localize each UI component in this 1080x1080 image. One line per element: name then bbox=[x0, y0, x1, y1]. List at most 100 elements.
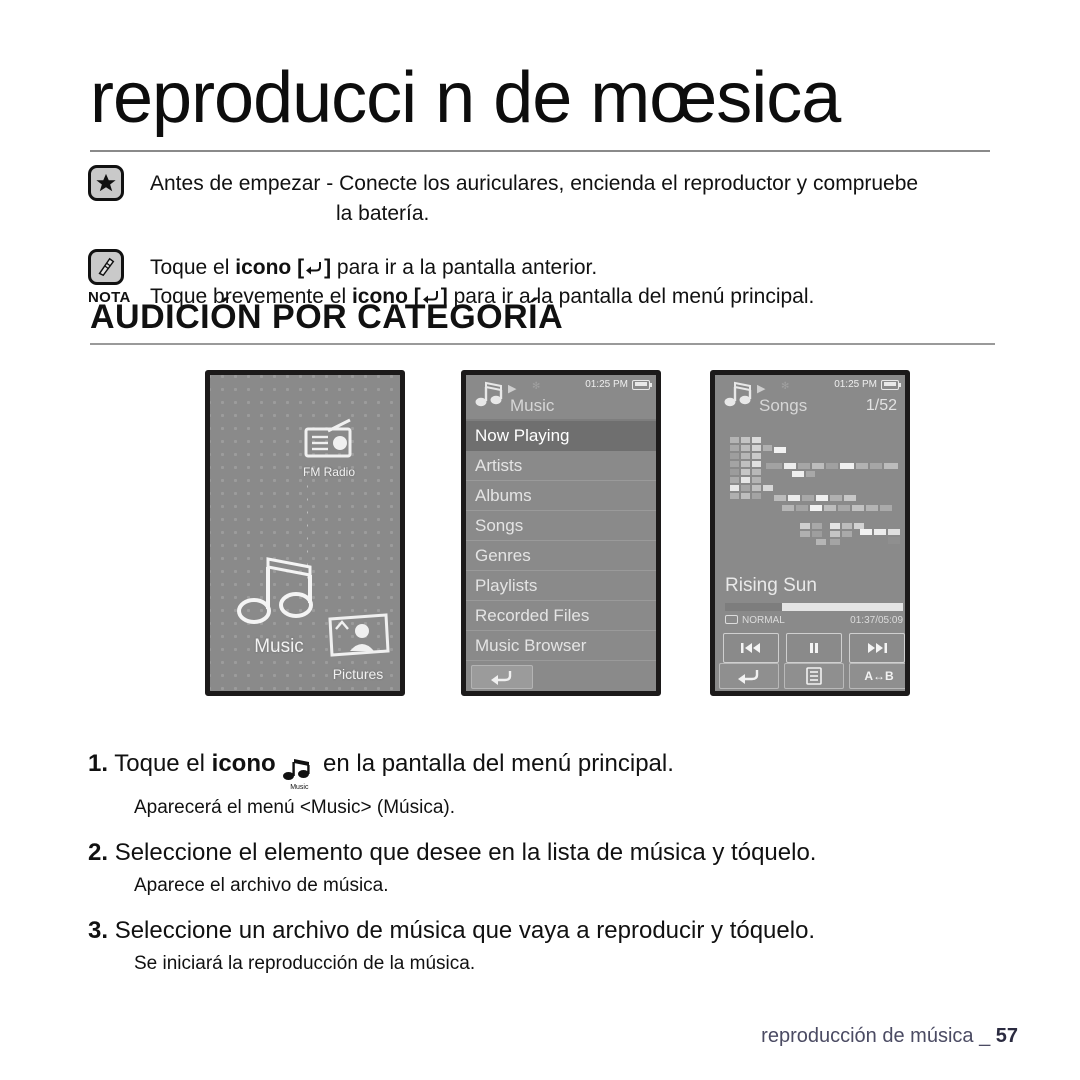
manual-page: reproducci n de mœsica Antes de empezar … bbox=[0, 0, 1080, 1080]
now-playing-header: ▶ ✻ Songs 01:25 PM 1/52 bbox=[715, 375, 905, 419]
progress-fill bbox=[725, 603, 782, 611]
step-1-main: 1. Toque el icono Music en la pantalla d… bbox=[88, 748, 1048, 791]
step-1-pre: Toque el bbox=[114, 750, 212, 777]
fm-radio-label: FM Radio bbox=[302, 465, 355, 479]
progress-bar[interactable] bbox=[725, 603, 903, 611]
repeat-icon bbox=[725, 615, 738, 624]
menu-item-albums[interactable]: Albums bbox=[466, 481, 656, 511]
nota-line-1-pre: Toque el bbox=[150, 255, 236, 279]
page-title-block: reproducci n de mœsica bbox=[90, 58, 1080, 152]
soft-key-row: A↔B bbox=[719, 663, 905, 689]
music-note-icon bbox=[473, 380, 505, 415]
device-screen-music-menu: ▶ ✻ Music 01:25 PM Now Playing Artists A… bbox=[461, 370, 661, 696]
status-area: 01:25 PM bbox=[585, 379, 652, 390]
progress-remaining bbox=[781, 603, 903, 611]
menu-item-music-browser[interactable]: Music Browser bbox=[466, 631, 656, 661]
note-bold-lead: Antes de empezar - bbox=[150, 172, 340, 195]
transport-controls bbox=[723, 633, 905, 663]
bluetooth-icon: ✻ bbox=[532, 381, 541, 392]
step-2-post: Seleccione el elemento que desee en la l… bbox=[114, 838, 817, 866]
playback-meta-row: NORMAL 01:37/05:09 bbox=[725, 615, 903, 626]
battery-icon bbox=[632, 379, 652, 390]
step-3-main: 3. Seleccione un archivo de música que v… bbox=[88, 915, 1048, 947]
music-icon: Music bbox=[282, 757, 316, 791]
step-3-number: 3. bbox=[88, 916, 109, 944]
note-line-1: Conecte los auriculares, encienda el rep… bbox=[339, 172, 919, 195]
album-art-placeholder bbox=[730, 433, 902, 553]
music-menu-header: ▶ ✻ Music 01:25 PM bbox=[466, 375, 656, 419]
nota-line-1: Toque el icono [] para ir a la pantalla … bbox=[150, 253, 1048, 283]
nota-line-1-bold: icono [ bbox=[235, 255, 305, 279]
device-screens-row: FM Radio Music Pictures ▶ ✻ Music 01:25 … bbox=[0, 370, 1080, 702]
menu-item-songs[interactable]: Songs bbox=[466, 511, 656, 541]
clock-text: 01:25 PM bbox=[585, 379, 628, 390]
pictures-menu-icon[interactable]: Pictures bbox=[318, 611, 398, 682]
step-2-sub: Aparece el archivo de música. bbox=[134, 875, 389, 897]
menu-item-now-playing[interactable]: Now Playing bbox=[466, 421, 656, 451]
next-button[interactable] bbox=[849, 633, 905, 663]
page-number: 57 bbox=[995, 1025, 1018, 1047]
section-divider bbox=[90, 343, 995, 346]
footer-text: reproducción de música _ bbox=[761, 1025, 991, 1047]
track-counter: 1/52 bbox=[865, 397, 897, 414]
pictures-label: Pictures bbox=[332, 666, 384, 682]
elapsed-total-time: 01:37/05:09 bbox=[850, 615, 903, 626]
title-divider bbox=[90, 150, 990, 152]
music-menu-title: Music bbox=[510, 396, 555, 415]
note-before-you-begin: Antes de empezar - Conecte los auricular… bbox=[88, 163, 1048, 229]
nota-icon-column: NOTA bbox=[88, 247, 150, 306]
bluetooth-icon: ✻ bbox=[781, 381, 790, 392]
device-screen-now-playing: ▶ ✻ Songs 01:25 PM 1/52 Rising Sun NORMA… bbox=[710, 370, 910, 696]
menu-item-artists[interactable]: Artists bbox=[466, 451, 656, 481]
step-1-number: 1. bbox=[88, 750, 109, 777]
star-icon bbox=[88, 165, 124, 201]
section-block: AUDICIÓN POR CATEGORÍA bbox=[90, 298, 995, 346]
step-3: 3. Seleccione un archivo de música que v… bbox=[88, 915, 1048, 977]
return-arrow-icon bbox=[304, 255, 324, 275]
back-button[interactable] bbox=[471, 665, 533, 689]
step-1-sub: Aparecerá el menú <Music> (Música). bbox=[134, 797, 456, 818]
play-indicator-icon: ▶ bbox=[757, 383, 766, 395]
step-1: 1. Toque el icono Music en la pantalla d… bbox=[88, 748, 1048, 821]
steps-block: 1. Toque el icono Music en la pantalla d… bbox=[88, 748, 1048, 993]
battery-icon bbox=[881, 379, 901, 390]
ab-repeat-button[interactable]: A↔B bbox=[849, 663, 905, 689]
section-heading: AUDICIÓN POR CATEGORÍA bbox=[90, 298, 564, 336]
step-3-post: Seleccione un archivo de música que vaya… bbox=[114, 916, 816, 944]
step-2-number: 2. bbox=[88, 838, 109, 866]
page-footer: reproducción de música _ 57 bbox=[0, 1025, 1018, 1048]
repeat-mode: NORMAL bbox=[725, 615, 785, 626]
menu-item-recorded-files[interactable]: Recorded Files bbox=[466, 601, 656, 631]
music-menu-list: Now Playing Artists Albums Songs Genres … bbox=[466, 421, 656, 661]
menu-item-genres[interactable]: Genres bbox=[466, 541, 656, 571]
pause-button[interactable] bbox=[786, 633, 842, 663]
step-3-sub: Se iniciará la reproducción de la música… bbox=[134, 953, 476, 975]
note-pencil-icon bbox=[88, 248, 124, 285]
step-1-bold: icono bbox=[211, 750, 276, 777]
nota-line-1-post: para ir a la pantalla anterior. bbox=[331, 255, 598, 279]
clock-text: 01:25 PM bbox=[834, 379, 877, 390]
page-title: reproducci n de mœsica bbox=[90, 58, 841, 138]
note-before-you-begin-text: Antes de empezar - Conecte los auricular… bbox=[150, 163, 1048, 229]
note-icon-column bbox=[88, 163, 150, 201]
music-icon-label: Music bbox=[290, 783, 309, 791]
step-2: 2. Seleccione el elemento que desee en l… bbox=[88, 837, 1048, 899]
play-indicator-icon: ▶ bbox=[508, 383, 517, 395]
status-area: 01:25 PM bbox=[834, 379, 901, 390]
previous-button[interactable] bbox=[723, 633, 779, 663]
now-playing-title: Songs bbox=[759, 396, 808, 415]
device-screen-main-menu: FM Radio Music Pictures bbox=[205, 370, 405, 696]
notes-block: Antes de empezar - Conecte los auricular… bbox=[88, 163, 1048, 312]
nota-line-1-bold2: ] bbox=[324, 255, 332, 279]
track-title: Rising Sun bbox=[725, 575, 817, 596]
step-1-post: en la pantalla del menú principal. bbox=[316, 750, 674, 777]
menu-list-button[interactable] bbox=[784, 663, 844, 689]
fm-radio-menu-icon[interactable]: FM Radio bbox=[298, 417, 360, 479]
music-menu-bottom-bar bbox=[466, 665, 656, 691]
repeat-mode-label: NORMAL bbox=[742, 615, 785, 626]
music-note-icon bbox=[722, 380, 754, 415]
menu-item-playlists[interactable]: Playlists bbox=[466, 571, 656, 601]
back-button[interactable] bbox=[719, 663, 779, 689]
note-line-2: la batería. bbox=[336, 201, 430, 225]
step-2-main: 2. Seleccione el elemento que desee en l… bbox=[88, 837, 1048, 869]
